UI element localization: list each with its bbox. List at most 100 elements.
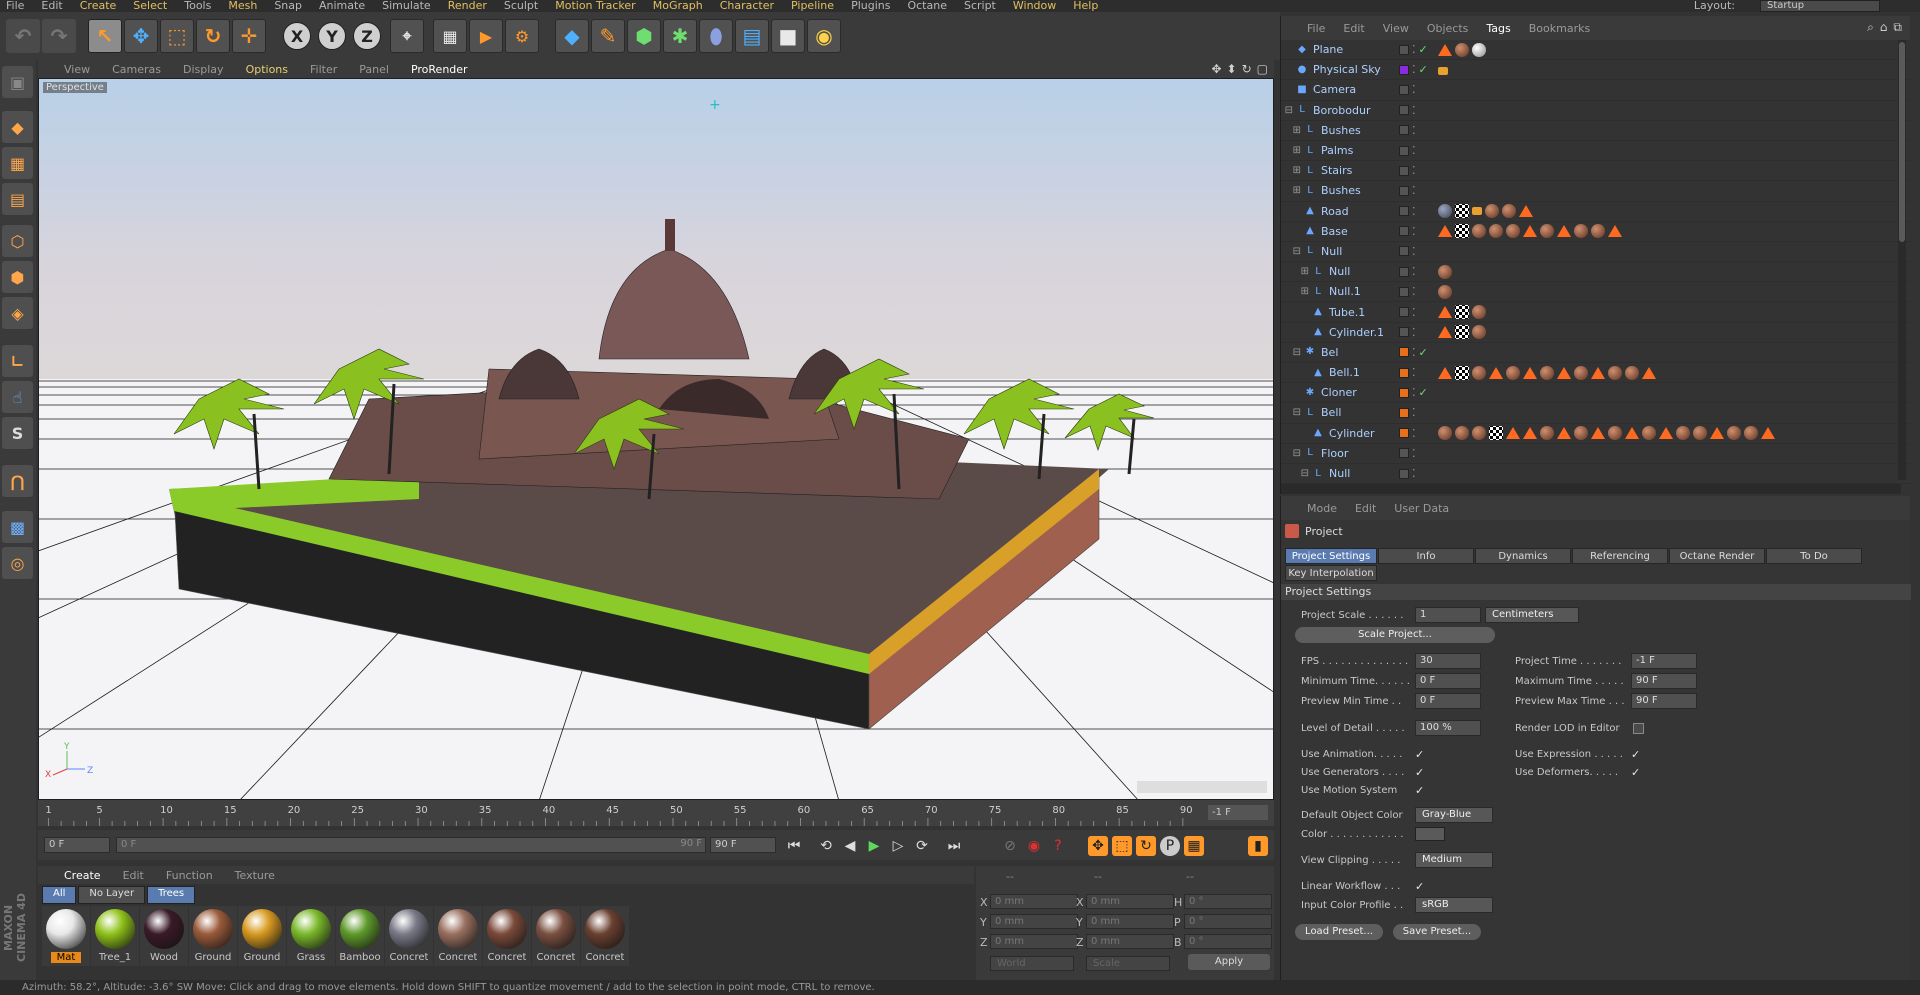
phong-tag-icon[interactable]	[1591, 427, 1605, 440]
viewport-menu-filter[interactable]: Filter	[310, 63, 337, 76]
project-scale-unit-select[interactable]: Centimeters	[1485, 607, 1579, 623]
visibility-dots-icon[interactable]: ⁚	[1412, 184, 1416, 197]
material-item[interactable]: Concret	[483, 906, 531, 966]
size-mode-select[interactable]: Scale	[1086, 956, 1170, 971]
uv-tag-icon[interactable]	[1455, 365, 1469, 380]
menu-sculpt[interactable]: Sculpt	[504, 0, 538, 12]
coordinate-system-icon[interactable]: ⌖	[390, 19, 424, 53]
workplane-lock-icon[interactable]: ▩	[2, 511, 33, 543]
layer-color-swatch[interactable]	[1399, 64, 1409, 75]
go-to-start-icon[interactable]: ⏮	[784, 836, 804, 856]
grey-tag-icon[interactable]	[1438, 204, 1452, 219]
color-swatch[interactable]	[1415, 827, 1445, 841]
object-name[interactable]: Null	[1325, 467, 1410, 480]
tab-key-interpolation[interactable]: Key Interpolation	[1285, 565, 1377, 581]
rotate-view-icon[interactable]: ↻	[1242, 62, 1252, 76]
magnet-icon[interactable]: ⋂	[2, 465, 33, 497]
layer-color-swatch[interactable]	[1399, 347, 1409, 358]
move-view-icon[interactable]: ✥	[1211, 62, 1221, 76]
use-expression-checkbox[interactable]: ✓	[1631, 749, 1642, 760]
object-row[interactable]: ⊞ L Bushes ⁚	[1281, 181, 1911, 202]
x-position-field[interactable]: 0 mm	[990, 894, 1078, 909]
object-menu-objects[interactable]: Objects	[1427, 22, 1469, 35]
y-axis-lock-icon[interactable]: Y	[318, 22, 346, 50]
timeline-window-icon[interactable]: ▮	[1248, 836, 1268, 856]
minimum-time-field[interactable]: 0 F	[1415, 673, 1481, 689]
mat-tag-icon[interactable]	[1591, 224, 1605, 239]
material-item[interactable]: Tree_1	[91, 906, 139, 966]
object-menu-edit[interactable]: Edit	[1343, 22, 1364, 35]
x-size-field[interactable]: 0 mm	[1086, 894, 1174, 909]
phong-tag-icon[interactable]	[1523, 366, 1537, 379]
object-row[interactable]: ▲ Tube.1 ⁚	[1281, 302, 1911, 323]
object-row[interactable]: ⊞ L Stairs ⁚	[1281, 161, 1911, 182]
tab-dynamics[interactable]: Dynamics	[1475, 548, 1571, 564]
menu-mesh[interactable]: Mesh	[228, 0, 257, 12]
layer-color-swatch[interactable]	[1399, 468, 1409, 479]
layer-color-swatch[interactable]	[1399, 286, 1409, 297]
mat-tag-icon[interactable]	[1472, 325, 1486, 340]
visibility-dots-icon[interactable]: ⁚	[1412, 83, 1416, 96]
search-icon[interactable]: ⌕	[1867, 20, 1874, 35]
tab-referencing[interactable]: Referencing	[1572, 548, 1668, 564]
phong-tag-icon[interactable]	[1438, 326, 1452, 339]
mat-tag-icon[interactable]	[1608, 365, 1622, 380]
floor-icon[interactable]: ▤	[735, 19, 769, 53]
mat-tag-icon[interactable]	[1540, 426, 1554, 441]
mat-tag-icon[interactable]	[1455, 42, 1469, 57]
menu-motion-tracker[interactable]: Motion Tracker	[555, 0, 635, 12]
tree-toggle-icon[interactable]: ⊟	[1281, 407, 1303, 418]
object-row[interactable]: ⊟ L Borobodur ⁚	[1281, 101, 1911, 121]
visibility-dots-icon[interactable]: ⁚	[1412, 447, 1416, 460]
snap-icon[interactable]: S	[2, 417, 33, 449]
visibility-dots-icon[interactable]: ⁚	[1412, 104, 1416, 117]
phong-tag-icon[interactable]	[1438, 306, 1452, 319]
material-item[interactable]: Concret	[434, 906, 482, 966]
object-row[interactable]: ◆ Plane ⁚ ✓	[1281, 40, 1911, 61]
phong-tag-icon[interactable]	[1523, 427, 1537, 440]
attribute-menu-mode[interactable]: Mode	[1307, 502, 1337, 515]
menu-window[interactable]: Window	[1013, 0, 1056, 12]
material-item[interactable]: Concret	[385, 906, 433, 966]
visibility-dots-icon[interactable]: ⁚	[1412, 63, 1416, 76]
object-name[interactable]: Bell.1	[1325, 366, 1410, 379]
layer-color-swatch[interactable]	[1399, 145, 1409, 156]
layer-color-swatch[interactable]	[1399, 307, 1409, 318]
material-item[interactable]: Wood	[140, 906, 188, 966]
viewport-menu-view[interactable]: View	[64, 63, 90, 76]
visibility-dots-icon[interactable]: ⁚	[1412, 205, 1416, 218]
tab-info[interactable]: Info	[1378, 548, 1474, 564]
perspective-viewport[interactable]: + Y Z X Perspective	[38, 78, 1274, 800]
mat-tag-icon[interactable]	[1540, 365, 1554, 380]
object-menu-bookmarks[interactable]: Bookmarks	[1529, 22, 1590, 35]
tree-toggle-icon[interactable]: ⊞	[1281, 266, 1311, 277]
maximum-time-field[interactable]: 90 F	[1631, 673, 1697, 689]
viewport-menu-options[interactable]: Options	[246, 63, 288, 76]
key-rotation-icon[interactable]: ↻	[1136, 836, 1156, 856]
visibility-dots-icon[interactable]: ⁚	[1412, 245, 1416, 258]
layout-select[interactable]: Startup	[1760, 0, 1880, 12]
coordinate-mode-select[interactable]: World	[990, 956, 1074, 971]
layer-color-swatch[interactable]	[1399, 367, 1409, 378]
mat-tag-icon[interactable]	[1485, 204, 1499, 219]
current-frame-field[interactable]: -1 F	[1208, 805, 1268, 820]
tree-toggle-icon[interactable]: ⊟	[1281, 347, 1303, 358]
visibility-dots-icon[interactable]: ⁚	[1412, 225, 1416, 238]
live-selection-tool-icon[interactable]: ↖	[88, 19, 122, 53]
uv-tag-icon[interactable]	[1489, 426, 1503, 441]
visibility-dots-icon[interactable]: ⁚	[1412, 164, 1416, 177]
phong-tag-icon[interactable]	[1438, 366, 1452, 379]
new-view-icon[interactable]: ⧉	[1893, 20, 1902, 35]
layer-color-swatch[interactable]	[1399, 84, 1409, 95]
x-axis-lock-icon[interactable]: X	[283, 22, 311, 50]
zoom-view-icon[interactable]: ⬍	[1227, 62, 1237, 76]
layer-color-swatch[interactable]	[1399, 327, 1409, 338]
object-row[interactable]: ▲ Cylinder ⁚	[1281, 424, 1911, 444]
use-motion-system-checkbox[interactable]: ✓	[1415, 785, 1426, 796]
h-rotation-field[interactable]: 0 °	[1184, 894, 1272, 909]
layer-color-swatch[interactable]	[1399, 206, 1409, 217]
viewport-menu-display[interactable]: Display	[183, 63, 224, 76]
phong-tag-icon[interactable]	[1523, 225, 1537, 238]
phong-tag-icon[interactable]	[1438, 225, 1452, 238]
visibility-dots-icon[interactable]: ⁚	[1412, 427, 1416, 440]
